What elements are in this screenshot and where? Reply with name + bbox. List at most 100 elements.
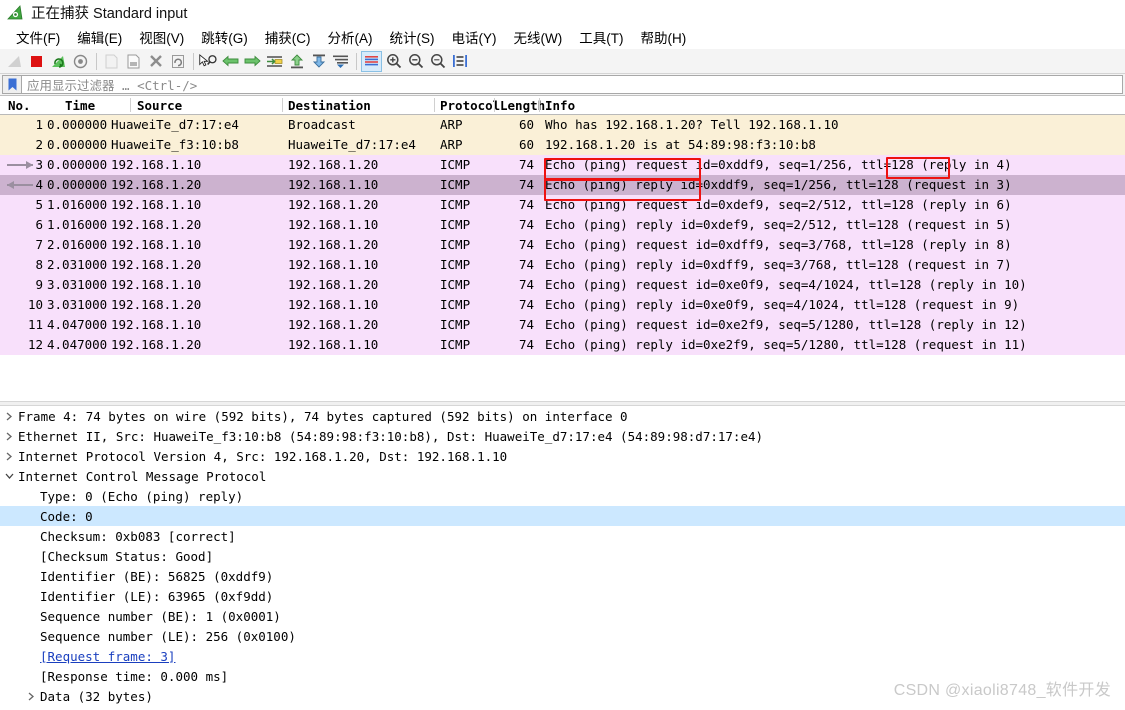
packet-row[interactable]: 5 1.016000 192.168.1.10 192.168.1.20 ICMP 74 E… bbox=[0, 195, 1125, 215]
find-packet-icon[interactable] bbox=[198, 51, 219, 72]
close-file-icon[interactable] bbox=[145, 51, 166, 72]
colorize-packets-icon[interactable] bbox=[361, 50, 382, 72]
cell-destination: Broadcast bbox=[288, 117, 356, 132]
cell-destination: 192.168.1.10 bbox=[288, 257, 379, 272]
stop-capture-icon[interactable] bbox=[26, 51, 47, 72]
column-info[interactable]: Info bbox=[545, 98, 575, 113]
detail-icmp-identifier-le-label: Identifier (LE): 63965 (0xf9dd) bbox=[40, 588, 274, 604]
cell-destination: 192.168.1.10 bbox=[288, 217, 379, 232]
menu-wireless[interactable]: 无线(W) bbox=[506, 26, 572, 48]
capture-options-icon[interactable] bbox=[70, 51, 91, 72]
cell-no: 9 bbox=[35, 277, 43, 292]
cell-info: Echo (ping) request id=0xdff9, seq=3/768… bbox=[545, 237, 1012, 252]
resize-columns-icon[interactable] bbox=[449, 51, 470, 72]
go-to-packet-icon[interactable] bbox=[264, 51, 285, 72]
packet-row[interactable]: 12 4.047000 192.168.1.20 192.168.1.10 ICMP 74… bbox=[0, 335, 1125, 355]
cell-no: 4 bbox=[35, 177, 43, 192]
detail-icmp-seq-be[interactable]: Sequence number (BE): 1 (0x0001) bbox=[0, 606, 1125, 626]
menu-capture[interactable]: 捕获(C) bbox=[257, 26, 320, 48]
reload-file-icon[interactable] bbox=[167, 51, 188, 72]
menu-help[interactable]: 帮助(H) bbox=[632, 26, 695, 48]
window-title: 正在捕获 Standard input bbox=[31, 6, 188, 22]
zoom-reset-icon[interactable] bbox=[427, 51, 448, 72]
restart-capture-icon[interactable] bbox=[48, 51, 69, 72]
detail-icmp-request-frame[interactable]: [Request frame: 3] bbox=[0, 646, 1125, 666]
menu-bar: 文件(F) 编辑(E) 视图(V) 跳转(G) 捕获(C) 分析(A) 统计(S… bbox=[0, 25, 1125, 49]
go-last-packet-icon[interactable] bbox=[308, 51, 329, 72]
detail-icmp-code[interactable]: Code: 0 bbox=[0, 506, 1125, 526]
chevron-down-icon[interactable] bbox=[0, 472, 18, 480]
open-file-icon[interactable] bbox=[101, 51, 122, 72]
menu-statistics[interactable]: 统计(S) bbox=[382, 26, 444, 48]
chevron-right-icon[interactable] bbox=[22, 692, 40, 701]
menu-edit[interactable]: 编辑(E) bbox=[69, 26, 131, 48]
start-capture-icon[interactable] bbox=[4, 51, 25, 72]
packet-row[interactable]: 3 0.000000 192.168.1.10 192.168.1.20 ICMP 74 E… bbox=[0, 155, 1125, 175]
chevron-right-icon[interactable] bbox=[0, 432, 18, 441]
column-divider[interactable] bbox=[282, 98, 283, 112]
packet-row[interactable]: 4 0.000000 192.168.1.20 192.168.1.10 ICMP 74 E… bbox=[0, 175, 1125, 195]
detail-icmp-checksum[interactable]: Checksum: 0xb083 [correct] bbox=[0, 526, 1125, 546]
bookmark-icon[interactable] bbox=[2, 75, 21, 94]
packet-row[interactable]: 6 1.016000 192.168.1.20 192.168.1.10 ICMP 74 E… bbox=[0, 215, 1125, 235]
detail-icmp-checksum-status[interactable]: [Checksum Status: Good] bbox=[0, 546, 1125, 566]
detail-icmp-type[interactable]: Type: 0 (Echo (ping) reply) bbox=[0, 486, 1125, 506]
packet-row[interactable]: 10 3.031000 192.168.1.20 192.168.1.10 ICMP 74… bbox=[0, 295, 1125, 315]
detail-ethernet[interactable]: Ethernet II, Src: HuaweiTe_f3:10:b8 (54:… bbox=[0, 426, 1125, 446]
go-forward-icon[interactable] bbox=[242, 51, 263, 72]
column-destination[interactable]: Destination bbox=[288, 98, 371, 113]
chevron-right-icon[interactable] bbox=[0, 412, 18, 421]
cell-no: 5 bbox=[35, 197, 43, 212]
cell-length: 74 bbox=[518, 157, 534, 172]
column-divider[interactable] bbox=[494, 98, 495, 112]
zoom-in-icon[interactable] bbox=[383, 51, 404, 72]
chevron-right-icon[interactable] bbox=[0, 452, 18, 461]
packet-row[interactable]: 8 2.031000 192.168.1.20 192.168.1.10 ICMP 74 E… bbox=[0, 255, 1125, 275]
cell-info: Echo (ping) request id=0xddf9, seq=1/256… bbox=[545, 157, 1012, 172]
menu-analyze[interactable]: 分析(A) bbox=[320, 26, 382, 48]
column-divider[interactable] bbox=[434, 98, 435, 112]
packet-row[interactable]: 11 4.047000 192.168.1.10 192.168.1.20 ICMP 74… bbox=[0, 315, 1125, 335]
detail-icmp[interactable]: Internet Control Message Protocol bbox=[0, 466, 1125, 486]
cell-no: 6 bbox=[35, 217, 43, 232]
detail-icmp-request-frame-label[interactable]: [Request frame: 3] bbox=[40, 649, 175, 664]
detail-ipv4[interactable]: Internet Protocol Version 4, Src: 192.16… bbox=[0, 446, 1125, 466]
packet-row[interactable]: 7 2.016000 192.168.1.10 192.168.1.20 ICMP 74 E… bbox=[0, 235, 1125, 255]
zoom-out-icon[interactable] bbox=[405, 51, 426, 72]
cell-time: 3.031000 bbox=[47, 297, 108, 312]
cell-destination: 192.168.1.20 bbox=[288, 157, 379, 172]
menu-view[interactable]: 视图(V) bbox=[131, 26, 193, 48]
go-first-packet-icon[interactable] bbox=[286, 51, 307, 72]
column-time[interactable]: Time bbox=[65, 98, 95, 113]
go-back-icon[interactable] bbox=[220, 51, 241, 72]
detail-icmp-identifier-be[interactable]: Identifier (BE): 56825 (0xddf9) bbox=[0, 566, 1125, 586]
menu-go[interactable]: 跳转(G) bbox=[193, 26, 257, 48]
cell-info: Echo (ping) reply id=0xe0f9, seq=4/1024,… bbox=[545, 297, 1020, 312]
column-protocol[interactable]: Protocol bbox=[440, 98, 500, 113]
cell-time: 0.000000 bbox=[47, 137, 108, 152]
auto-scroll-icon[interactable] bbox=[330, 51, 351, 72]
save-file-icon[interactable] bbox=[123, 51, 144, 72]
detail-frame[interactable]: Frame 4: 74 bytes on wire (592 bits), 74… bbox=[0, 406, 1125, 426]
detail-icmp-seq-le[interactable]: Sequence number (LE): 256 (0x0100) bbox=[0, 626, 1125, 646]
packet-row[interactable]: 9 3.031000 192.168.1.10 192.168.1.20 ICMP 74 E… bbox=[0, 275, 1125, 295]
menu-telephony[interactable]: 电话(Y) bbox=[444, 26, 506, 48]
wireshark-fin-icon bbox=[7, 5, 23, 20]
detail-icmp-identifier-le[interactable]: Identifier (LE): 63965 (0xf9dd) bbox=[0, 586, 1125, 606]
packet-row[interactable]: 2 0.000000 HuaweiTe_f3:10:b8 HuaweiTe_d7:17… bbox=[0, 135, 1125, 155]
column-source[interactable]: Source bbox=[137, 98, 182, 113]
cell-info: Echo (ping) request id=0xe0f9, seq=4/102… bbox=[545, 277, 1027, 292]
display-filter-input[interactable]: 应用显示过滤器 … <Ctrl-/> bbox=[21, 75, 1123, 94]
column-divider[interactable] bbox=[130, 98, 131, 112]
cell-no: 3 bbox=[35, 157, 43, 172]
menu-file[interactable]: 文件(F) bbox=[8, 26, 69, 48]
cell-destination: 192.168.1.10 bbox=[288, 177, 379, 192]
cell-source: 192.168.1.20 bbox=[111, 337, 202, 352]
column-no[interactable]: No. bbox=[8, 98, 31, 113]
cell-no: 7 bbox=[35, 237, 43, 252]
packet-row[interactable]: 1 0.000000 HuaweiTe_d7:17:e4 Broadcast ARP 60… bbox=[0, 115, 1125, 135]
cell-info: Echo (ping) reply id=0xdff9, seq=3/768, … bbox=[545, 257, 1012, 272]
menu-tools[interactable]: 工具(T) bbox=[571, 26, 632, 48]
column-divider[interactable] bbox=[539, 98, 540, 112]
cell-time: 0.000000 bbox=[47, 157, 108, 172]
